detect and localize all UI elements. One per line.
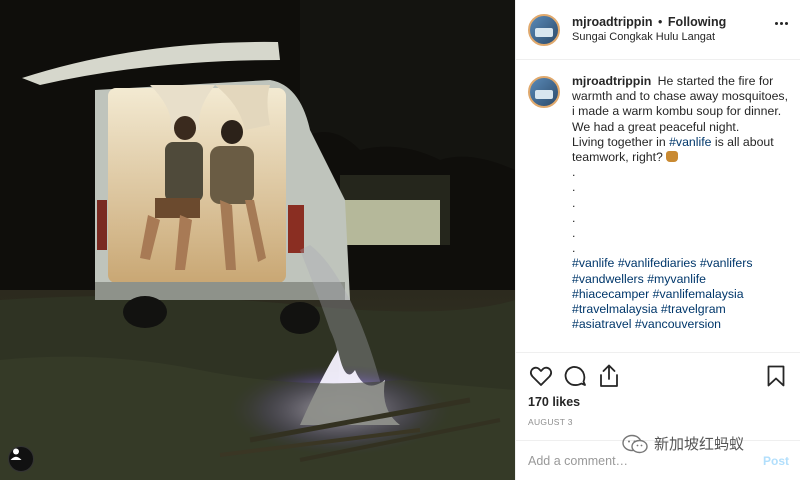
post-actions: 170 likes AUGUST 3 xyxy=(516,352,800,427)
post-comment-button[interactable]: Post xyxy=(763,454,789,468)
likes-count[interactable]: 170 likes xyxy=(528,395,789,409)
dot-line: . xyxy=(572,195,576,210)
post-header: mjroadtrippin • Following Sungai Congkak… xyxy=(516,0,800,60)
separator-dot: • xyxy=(658,14,663,29)
caption-avatar[interactable] xyxy=(528,76,560,108)
header-text: mjroadtrippin • Following Sungai Congkak… xyxy=(572,15,726,45)
caption-username-link[interactable]: mjroadtrippin xyxy=(572,74,651,88)
heart-icon[interactable] xyxy=(528,363,554,389)
action-icons xyxy=(528,363,789,389)
following-button[interactable]: Following xyxy=(668,15,726,29)
hashtag-link[interactable]: #myvanlife xyxy=(647,272,706,286)
hashtag-link[interactable]: #vanlife xyxy=(572,256,614,270)
dot-line: . xyxy=(572,165,576,180)
hashtag-row: #vandwellers #myvanlife xyxy=(572,272,788,287)
post-details-panel: mjroadtrippin • Following Sungai Congkak… xyxy=(515,0,800,480)
hashtag-row: #asiatravel #vancouversion xyxy=(572,317,788,332)
share-icon[interactable] xyxy=(596,363,622,389)
hashtag-link[interactable]: #vancouversion xyxy=(635,317,721,331)
hashtag-row: #vanlife #vanlifediaries #vanlifers xyxy=(572,256,788,271)
hashtag-link[interactable]: #vanlifemalaysia xyxy=(653,287,744,301)
hashtag-link[interactable]: #vanlife xyxy=(669,135,711,149)
money-bag-emoji-icon xyxy=(665,151,678,163)
more-options-icon[interactable] xyxy=(775,22,788,25)
comment-icon[interactable] xyxy=(562,363,588,389)
tagged-users-icon[interactable] xyxy=(8,446,34,472)
hashtag-link[interactable]: #vanlifers xyxy=(700,256,753,270)
username-link[interactable]: mjroadtrippin xyxy=(572,15,653,29)
comment-bar: Post xyxy=(516,440,800,480)
dot-line: . xyxy=(572,225,576,240)
avatar[interactable] xyxy=(528,13,560,46)
caption-text: mjroadtrippin He started the fire for wa… xyxy=(572,74,788,350)
hashtag-link[interactable]: #vanlifediaries xyxy=(618,256,697,270)
caption-dots: . . . . . . xyxy=(572,165,788,256)
post-date[interactable]: AUGUST 3 xyxy=(528,417,789,427)
dot-line: . xyxy=(572,241,576,256)
hashtag-link[interactable]: #travelmalaysia xyxy=(572,302,657,316)
dot-line: . xyxy=(572,210,576,225)
comment-input[interactable] xyxy=(528,453,763,468)
hashtag-link[interactable]: #travelgram xyxy=(661,302,726,316)
bookmark-icon[interactable] xyxy=(763,363,789,389)
campfire-van-image xyxy=(0,0,515,480)
dot-line: . xyxy=(572,180,576,195)
location-link[interactable]: Sungai Congkak Hulu Langat xyxy=(572,30,726,45)
hashtag-link[interactable]: #hiacecamper xyxy=(572,287,649,301)
caption-area[interactable]: mjroadtrippin He started the fire for wa… xyxy=(516,60,800,350)
caption-line2-before: Living together in xyxy=(572,134,670,149)
hashtag-row: #hiacecamper #vanlifemalaysia xyxy=(572,287,788,302)
hashtag-row: #travelmalaysia #travelgram xyxy=(572,302,788,317)
hashtag-link[interactable]: #vandwellers xyxy=(572,272,644,286)
post-photo[interactable] xyxy=(0,0,515,480)
hashtag-link[interactable]: #asiatravel xyxy=(572,317,631,331)
